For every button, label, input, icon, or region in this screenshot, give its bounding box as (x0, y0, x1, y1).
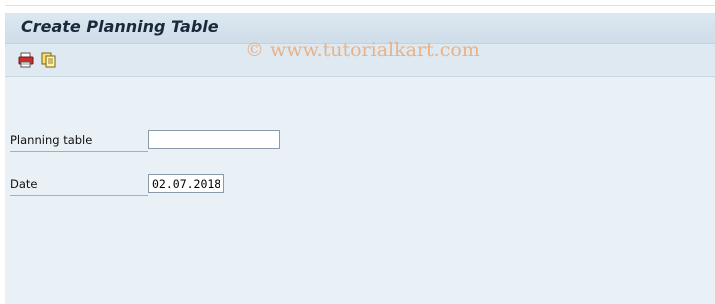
planning-table-input[interactable] (148, 130, 280, 149)
watermark-text: © www.tutorialkart.com (245, 39, 480, 61)
copy-button[interactable] (40, 51, 58, 69)
date-input[interactable] (148, 174, 224, 193)
main-window: Create Planning Table © www.tutorialkart… (5, 13, 715, 304)
print-button[interactable] (17, 51, 35, 69)
copy-icon (41, 52, 56, 68)
top-border (5, 5, 715, 6)
page-title: Create Planning Table (21, 17, 219, 36)
date-label: Date (10, 177, 148, 196)
planning-table-label: Planning table (10, 133, 148, 152)
print-icon (18, 52, 34, 68)
